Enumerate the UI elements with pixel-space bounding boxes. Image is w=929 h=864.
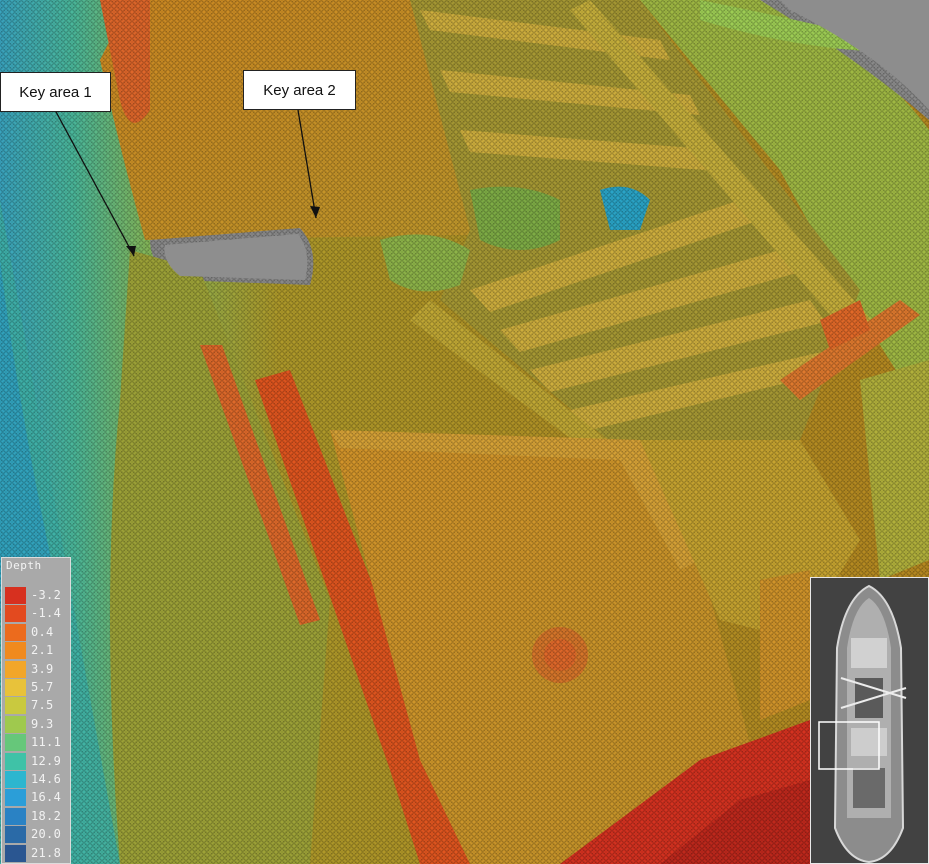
legend-value: -1.4 bbox=[31, 606, 62, 621]
legend-row: 11.1 bbox=[5, 733, 69, 752]
legend-value: 11.1 bbox=[31, 735, 62, 750]
legend-swatch bbox=[5, 752, 26, 770]
legend-row: 20.0 bbox=[5, 825, 69, 844]
legend-value: 20.0 bbox=[31, 827, 62, 842]
legend-row: 18.2 bbox=[5, 807, 69, 825]
legend-row: 9.3 bbox=[5, 715, 69, 733]
legend-row: 16.4 bbox=[5, 788, 69, 807]
legend-value: 14.6 bbox=[31, 772, 62, 786]
point-cloud-render bbox=[0, 0, 929, 864]
legend-row: 7.5 bbox=[5, 696, 69, 715]
vessel-overview-image bbox=[811, 578, 928, 863]
legend-value: 9.3 bbox=[31, 716, 54, 731]
legend-swatch bbox=[5, 807, 26, 825]
legend-swatch bbox=[5, 679, 26, 696]
legend-swatch bbox=[5, 587, 26, 604]
legend-swatch bbox=[5, 826, 26, 844]
legend-value: -3.2 bbox=[31, 588, 62, 602]
legend-row: 3.9 bbox=[5, 660, 69, 678]
legend-swatch bbox=[5, 844, 26, 862]
legend-row: 21.8 bbox=[5, 844, 69, 862]
legend-row: 2.1 bbox=[5, 641, 69, 660]
legend-value: 5.7 bbox=[31, 680, 54, 694]
legend-row: -3.2 bbox=[5, 586, 69, 604]
legend-value: 21.8 bbox=[31, 845, 62, 860]
legend-swatch bbox=[5, 623, 26, 641]
vessel-overview-inset bbox=[810, 577, 929, 864]
legend-value: 16.4 bbox=[31, 790, 62, 805]
legend-title: Depth bbox=[6, 559, 42, 572]
legend-row: 5.7 bbox=[5, 678, 69, 696]
legend-value: 3.9 bbox=[31, 661, 54, 676]
legend-row: 14.6 bbox=[5, 770, 69, 788]
legend-row: -1.4 bbox=[5, 604, 69, 623]
legend-value: 12.9 bbox=[31, 753, 62, 768]
legend-value: 18.2 bbox=[31, 808, 62, 823]
legend-value: 2.1 bbox=[31, 643, 54, 658]
legend-swatch bbox=[5, 734, 26, 752]
legend-swatch bbox=[5, 771, 26, 788]
legend-swatch bbox=[5, 715, 26, 733]
legend-swatch bbox=[5, 642, 26, 660]
legend-row: 12.9 bbox=[5, 752, 69, 770]
legend-row: 0.4 bbox=[5, 623, 69, 641]
legend-swatch bbox=[5, 605, 26, 623]
key-area-2-label: Key area 2 bbox=[243, 70, 356, 110]
key-area-1-label: Key area 1 bbox=[0, 72, 111, 112]
depth-legend: Depth -3.2 -1.4 0.4 2.1 3.9 5.7 7.5 9.3 11.1 12.9… bbox=[1, 557, 71, 864]
legend-swatch bbox=[5, 660, 26, 678]
legend-swatch bbox=[5, 697, 26, 715]
legend-value: 7.5 bbox=[31, 698, 54, 713]
depth-point-cloud-view bbox=[0, 0, 929, 864]
legend-value: 0.4 bbox=[31, 624, 54, 639]
legend-swatch bbox=[5, 789, 26, 807]
